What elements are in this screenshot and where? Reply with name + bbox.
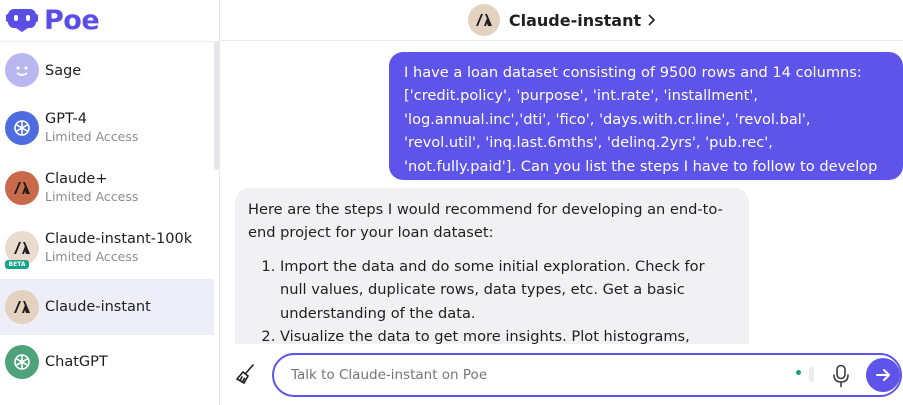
chat-title: Claude-instant — [508, 10, 642, 30]
bot-name: Sage — [45, 63, 82, 79]
openai-icon — [5, 345, 39, 379]
arrow-right-icon — [876, 369, 890, 381]
bot-message-intro: Here are the steps I would recommend for… — [248, 201, 723, 242]
user-message: I have a loan dataset consisting of 9500… — [389, 52, 903, 198]
sidebar-item-gpt-4[interactable]: GPT-4 Limited Access — [0, 100, 214, 156]
message-input-box[interactable] — [272, 353, 902, 397]
poe-logo-icon — [6, 9, 38, 32]
bot-name: GPT-4 — [45, 111, 87, 127]
sidebar-scrollbar[interactable] — [214, 42, 219, 170]
anthropic-icon — [467, 4, 500, 36]
anthropic-icon — [5, 290, 39, 324]
chat-header: Claude-instant — [220, 0, 903, 41]
send-button[interactable] — [866, 358, 900, 392]
chevron-right-icon — [648, 14, 656, 26]
brand[interactable]: Poe — [6, 2, 100, 38]
message-input[interactable] — [291, 367, 771, 383]
list-item: Visualize the data to get more insights.… — [280, 325, 735, 344]
bot-access-label: Limited Access — [45, 249, 139, 264]
bot-steps-list: Import the data and do some initial expl… — [248, 255, 735, 344]
poe-app: Poe Sage GPT-4 Limited Access Claude+ Li… — [0, 0, 903, 405]
sidebar-item-claude-instant-100k[interactable]: BETA Claude-instant-100k Limited Access — [0, 220, 214, 276]
anthropic-icon — [5, 171, 39, 205]
openai-icon — [5, 111, 39, 145]
bot-message: Here are the steps I would recommend for… — [235, 188, 749, 344]
message-list: I have a loan dataset consisting of 9500… — [220, 42, 903, 344]
bot-name: Claude-instant — [45, 299, 151, 315]
sidebar-item-sage[interactable]: Sage — [0, 42, 214, 98]
bot-name: Claude+ — [45, 171, 108, 187]
brand-name: Poe — [44, 4, 100, 36]
sage-avatar-icon — [5, 53, 39, 87]
sidebar-item-claude-plus[interactable]: Claude+ Limited Access — [0, 160, 214, 216]
beta-badge: BETA — [5, 260, 29, 269]
status-bar — [809, 367, 814, 382]
sidebar-item-chatgpt[interactable]: ChatGPT — [0, 334, 214, 390]
bot-name: Claude-instant-100k — [45, 231, 193, 247]
composer — [220, 344, 903, 405]
clear-context-broom-icon[interactable] — [234, 362, 258, 386]
bot-access-label: Limited Access — [45, 129, 139, 144]
list-item: Import the data and do some initial expl… — [280, 255, 735, 325]
bot-info-button[interactable]: Claude-instant — [467, 4, 656, 36]
bot-name: ChatGPT — [45, 354, 108, 370]
status-dot-icon — [796, 370, 801, 375]
bot-access-label: Limited Access — [45, 189, 139, 204]
sidebar-item-claude-instant[interactable]: Claude-instant — [0, 279, 214, 335]
sidebar: Poe Sage GPT-4 Limited Access Claude+ Li… — [0, 0, 220, 405]
microphone-icon[interactable] — [832, 364, 850, 388]
